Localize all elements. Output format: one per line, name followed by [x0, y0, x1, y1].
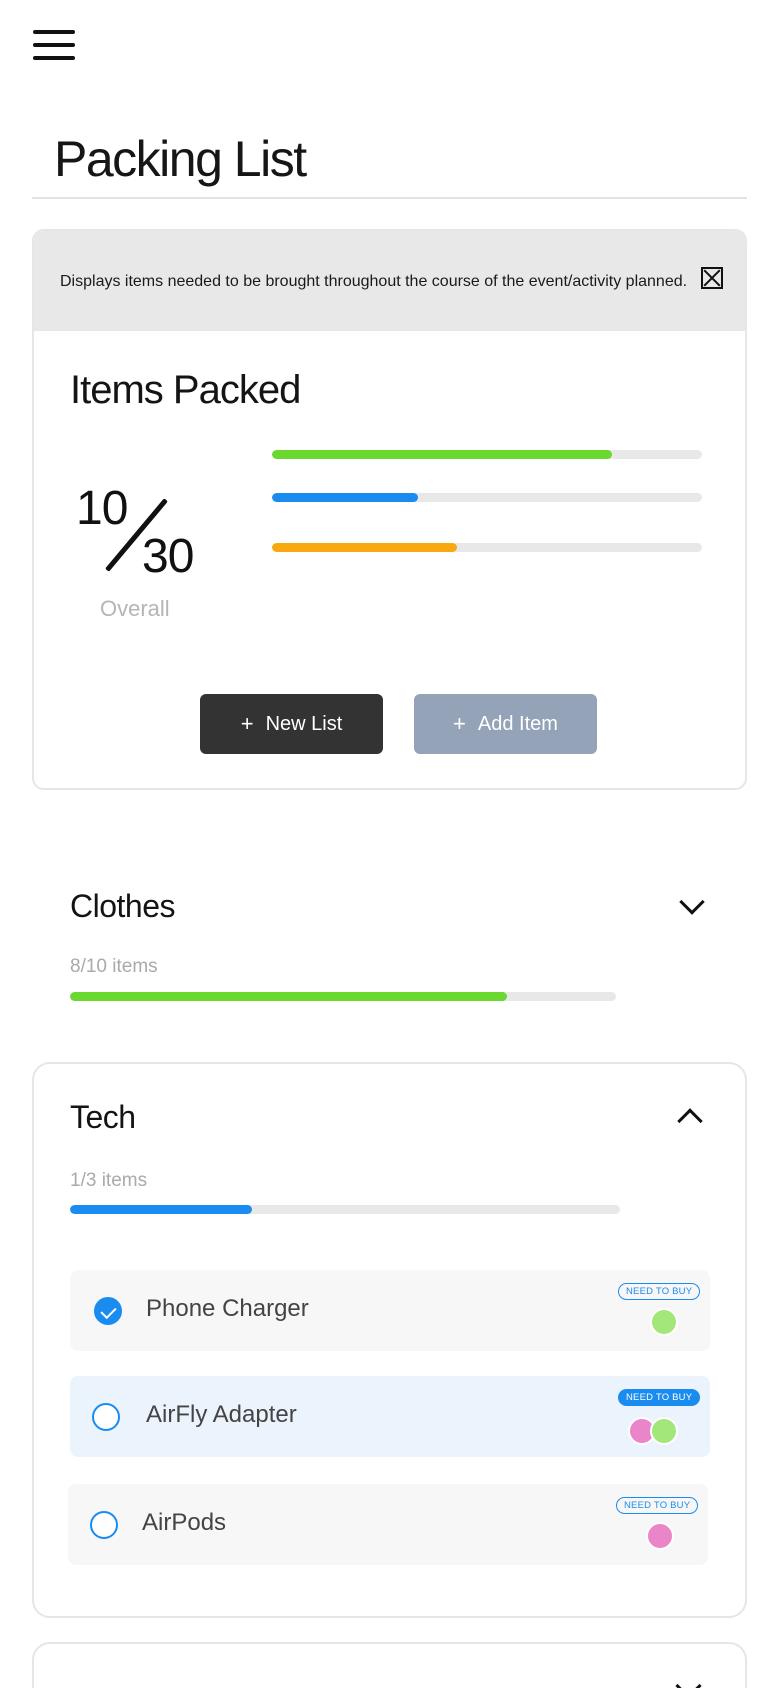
progress-track — [272, 543, 702, 552]
new-list-button[interactable]: + New List — [200, 694, 383, 754]
packed-count: 10 — [76, 482, 128, 535]
avatar — [650, 1417, 678, 1445]
item-label: AirPods — [142, 1509, 227, 1536]
category-progress-track — [70, 1205, 620, 1214]
progress-track — [272, 493, 702, 502]
progress-fill — [272, 543, 457, 552]
need-to-buy-badge: NEED TO BUY — [618, 1389, 701, 1406]
menu-line — [33, 56, 75, 60]
checkbox-empty-icon[interactable] — [90, 1511, 118, 1539]
item-label: AirFly Adapter — [146, 1401, 297, 1428]
progress-fill — [272, 450, 612, 459]
list-item[interactable]: Phone Charger NEED TO BUY — [70, 1270, 710, 1351]
list-item[interactable]: AirFly Adapter NEED TO BUY — [70, 1376, 710, 1457]
category-count-clothes: 8/10 items — [70, 956, 158, 977]
add-item-button[interactable]: + Add Item — [414, 694, 597, 754]
close-box-icon[interactable] — [701, 267, 723, 289]
category-count-tech: 1/3 items — [70, 1170, 148, 1191]
chevron-up-icon[interactable] — [677, 1108, 703, 1134]
hamburger-menu-icon[interactable] — [33, 30, 75, 62]
summary-card: Displays items needed to be brought thro… — [32, 229, 747, 790]
items-packed-heading: Items Packed — [70, 368, 301, 412]
info-banner: Displays items needed to be brought thro… — [34, 231, 745, 331]
need-to-buy-badge: NEED TO BUY — [616, 1497, 699, 1514]
progress-track — [272, 450, 702, 459]
title-divider — [32, 197, 747, 199]
avatar — [646, 1522, 674, 1550]
category-progress-fill — [70, 992, 507, 1001]
new-list-label: New List — [265, 712, 343, 735]
page-title: Packing List — [54, 131, 307, 187]
category-title-tech[interactable]: Tech — [70, 1099, 136, 1136]
add-item-label: Add Item — [477, 712, 558, 735]
overall-label: Overall — [100, 596, 170, 621]
chevron-down-icon[interactable] — [679, 889, 705, 915]
category-card-tech: Tech 1/3 items Phone Charger NEED TO BUY… — [32, 1062, 747, 1618]
category-card-next — [32, 1642, 747, 1688]
category-title-clothes[interactable]: Clothes — [70, 888, 176, 925]
avatar — [650, 1308, 678, 1336]
item-label: Phone Charger — [146, 1295, 309, 1322]
menu-line — [33, 43, 75, 47]
checkbox-empty-icon[interactable] — [92, 1403, 120, 1431]
progress-fill — [272, 493, 419, 502]
plus-icon: + — [453, 711, 466, 736]
info-banner-text: Displays items needed to be brought thro… — [60, 273, 688, 290]
menu-line — [33, 30, 75, 34]
plus-icon: + — [240, 711, 254, 736]
list-item[interactable]: AirPods NEED TO BUY — [68, 1484, 708, 1565]
category-progress-fill — [70, 1205, 252, 1214]
need-to-buy-badge: NEED TO BUY — [618, 1283, 701, 1300]
total-count: 30 — [142, 530, 194, 583]
category-progress-track — [70, 992, 616, 1001]
close-icon[interactable] — [669, 1684, 709, 1688]
checkbox-checked-icon[interactable] — [94, 1297, 122, 1325]
